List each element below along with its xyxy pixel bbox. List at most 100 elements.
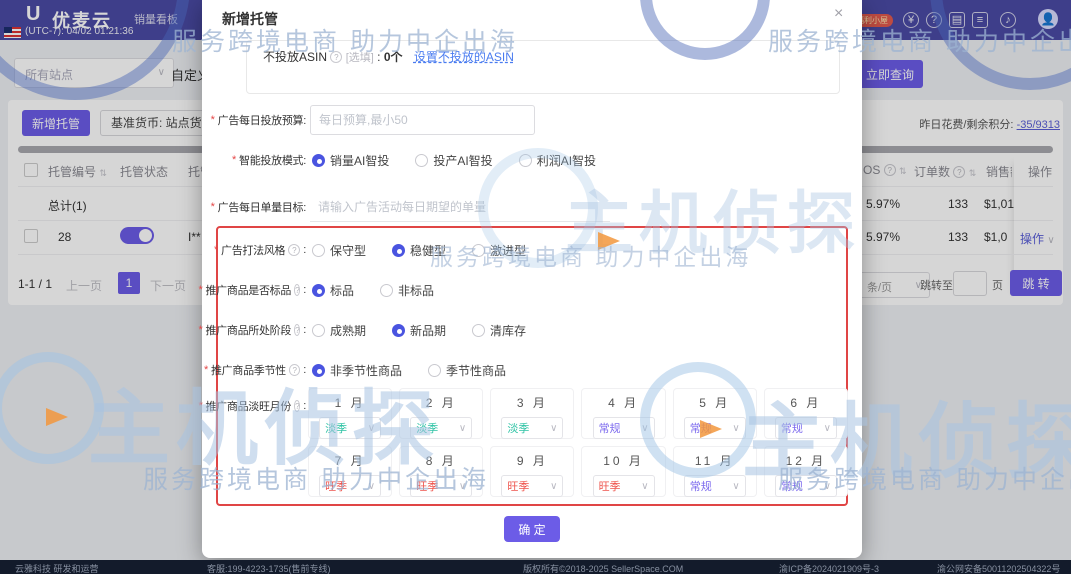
chevron-down-icon: ∨ [824,481,831,492]
chevron-down-icon: ∨ [459,481,466,492]
help-icon[interactable]: ? [288,244,300,256]
season-select[interactable]: 旺季∨ [319,475,381,497]
radio-icon [312,364,325,377]
month-cell: 7 月旺季∨ [308,446,392,497]
radio-icon [312,244,325,257]
radio-icon [312,324,325,337]
radio-icon [472,324,485,337]
radio-icon [312,154,325,167]
month-cell: 4 月常规∨ [581,388,665,439]
radio-icon [415,154,428,167]
season-select[interactable]: 常规∨ [684,475,746,497]
footer-company: 云雅科技 研发和运营 [15,562,99,574]
radio-option[interactable]: 新品期 [392,322,446,339]
month-cell: 12 月常规∨ [764,446,848,497]
asin-count: 0个 [384,50,403,64]
radio-option[interactable]: 季节性商品 [428,362,506,379]
radio-option[interactable]: 稳健型 [392,242,446,259]
help-icon[interactable]: ? [289,364,300,376]
month-cell: 1 月淡季∨ [308,388,392,439]
season-select[interactable]: 常规∨ [775,475,837,497]
help-icon[interactable]: ? [294,400,300,412]
footer-icp-link[interactable]: 渝ICP备2024021909号-3 [779,562,879,574]
radio-option[interactable]: 清库存 [472,322,526,339]
radio-option[interactable]: 销量AI智投 [312,152,389,169]
footer-police-link[interactable]: 渝公网安备50011202504322号 [937,562,1060,574]
month-cell: 3 月淡季∨ [490,388,574,439]
colon: : [377,50,380,64]
season-select[interactable]: 常规∨ [775,417,837,439]
chevron-down-icon: ∨ [641,423,648,434]
season-select[interactable]: 常规∨ [684,417,746,439]
product-stage-label: *推广商品所处阶段?: [204,320,306,340]
chevron-down-icon: ∨ [732,481,739,492]
month-cell: 11 月常规∨ [673,446,757,497]
smart-mode-radio-group: 销量AI智投 投产AI智投 利润AI智投 [312,150,596,170]
season-select[interactable]: 淡季∨ [319,417,381,439]
asin-exclude-row: 不投放ASIN ? [选填] : 0个 设置不投放的ASIN [263,48,514,65]
close-icon[interactable]: × [834,5,843,23]
chevron-down-icon: ∨ [732,423,739,434]
months-grid: 1 月淡季∨ 2 月淡季∨ 3 月淡季∨ 4 月常规∨ 5 月常规∨ 6 月常规… [308,388,848,497]
set-excluded-asin-link[interactable]: 设置不投放的ASIN [414,50,514,64]
month-cell: 2 月淡季∨ [399,388,483,439]
month-cell: 5 月常规∨ [673,388,757,439]
footer-copyright: 版权所有©2018-2025 SellerSpace.COM [523,562,683,574]
add-hosting-modal: 新增托管 × 不投放ASIN ? [选填] : 0个 设置不投放的ASIN *广… [202,0,862,558]
radio-icon [472,244,485,257]
season-select[interactable]: 旺季∨ [501,475,563,497]
standard-product-radio-group: 标品 非标品 [312,280,434,300]
daily-budget-input[interactable] [310,105,535,135]
radio-option[interactable]: 激进型 [472,242,526,259]
month-cell: 10 月旺季∨ [581,446,665,497]
radio-icon [392,324,405,337]
season-select[interactable]: 常规∨ [593,417,655,439]
radio-icon [380,284,393,297]
month-cell: 9 月旺季∨ [490,446,574,497]
radio-option[interactable]: 非标品 [380,282,434,299]
help-icon[interactable]: ? [294,324,300,336]
asin-label: 不投放ASIN [263,50,327,64]
radio-option[interactable]: 成熟期 [312,322,366,339]
season-select[interactable]: 旺季∨ [593,475,655,497]
radio-icon [519,154,532,167]
radio-icon [392,244,405,257]
radio-option[interactable]: 非季节性商品 [312,362,402,379]
smart-mode-label: *智能投放模式: [204,150,306,170]
modal-title: 新增托管 [222,9,278,29]
footer-bar: 云雅科技 研发和运营 客服:199-4223-1735(售前专线) 版权所有©2… [0,560,1071,574]
help-icon[interactable]: ? [294,284,300,296]
radio-option[interactable]: 标品 [312,282,354,299]
radio-icon [428,364,441,377]
ad-style-label: *广告打法风格?: [204,240,306,260]
help-icon[interactable]: ? [330,51,342,63]
chevron-down-icon: ∨ [368,481,375,492]
chevron-down-icon: ∨ [368,423,375,434]
season-select[interactable]: 淡季∨ [410,417,472,439]
asin-exclude-box: 不投放ASIN ? [选填] : 0个 设置不投放的ASIN [246,40,840,94]
season-select[interactable]: 淡季∨ [501,417,563,439]
daily-order-target-input[interactable] [310,192,610,222]
radio-option[interactable]: 保守型 [312,242,366,259]
radio-option[interactable]: 利润AI智投 [519,152,596,169]
footer-service-phone: 客服:199-4223-1735(售前专线) [207,562,331,574]
season-select[interactable]: 旺季∨ [410,475,472,497]
month-cell: 6 月常规∨ [764,388,848,439]
ad-style-radio-group: 保守型 稳健型 激进型 [312,240,526,260]
optional-tag: [选填] [346,52,374,64]
budget-label: *广告每日投放预算: [204,105,306,135]
standard-product-label: *推广商品是否标品?: [204,280,306,300]
seasonality-radio-group: 非季节性商品 季节性商品 [312,360,506,380]
months-label: *推广商品淡旺月份?: [204,396,306,416]
radio-option[interactable]: 投产AI智投 [415,152,492,169]
chevron-down-icon: ∨ [459,423,466,434]
page: U 优麦云 销量看板 (UTC-7): 04/02 01:21:36 福利小屋 … [0,0,1071,574]
chevron-down-icon: ∨ [641,481,648,492]
chevron-down-icon: ∨ [824,423,831,434]
radio-icon [312,284,325,297]
chevron-down-icon: ∨ [550,423,557,434]
seasonality-label: *推广商品季节性?: [204,360,306,380]
confirm-button[interactable]: 确 定 [504,516,560,542]
chevron-down-icon: ∨ [550,481,557,492]
product-stage-radio-group: 成熟期 新品期 清库存 [312,320,526,340]
